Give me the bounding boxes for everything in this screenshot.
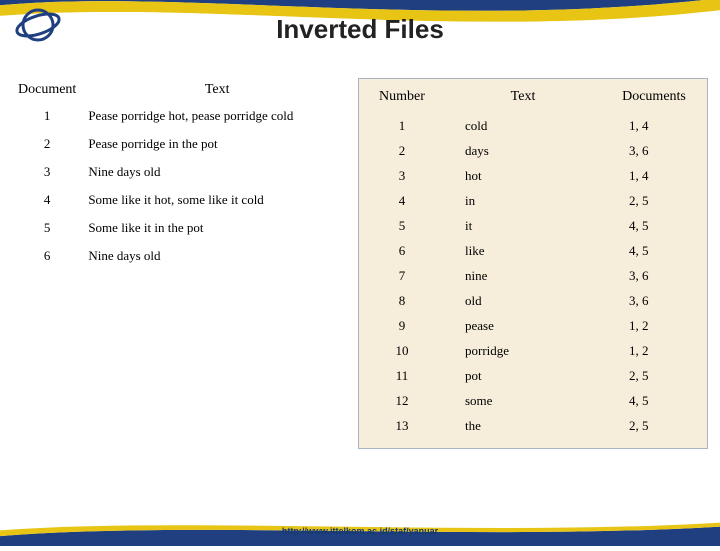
index-text-cell: in — [437, 188, 609, 213]
table-row: 7nine3, 6 — [367, 263, 699, 288]
table-row: 2days3, 6 — [367, 138, 699, 163]
index-documents-cell: 2, 5 — [609, 363, 699, 388]
index-text-cell: the — [437, 413, 609, 438]
footer-url: http://www.ittelkom.ac.id/staf/yanuar — [0, 526, 720, 536]
document-text-cell: Nine days old — [82, 242, 352, 270]
index-number-cell: 7 — [367, 263, 437, 288]
document-text-cell: Some like it hot, some like it cold — [82, 186, 352, 214]
document-number-cell: 5 — [12, 214, 82, 242]
table-row: 10porridge1, 2 — [367, 338, 699, 363]
index-text-cell: hot — [437, 163, 609, 188]
index-documents-cell: 2, 5 — [609, 413, 699, 438]
index-text-cell: like — [437, 238, 609, 263]
index-documents-cell: 1, 4 — [609, 163, 699, 188]
index-number-cell: 2 — [367, 138, 437, 163]
content-area: Document Text 1Pease porridge hot, pease… — [12, 78, 708, 449]
index-documents-cell: 1, 4 — [609, 113, 699, 138]
header-band: Inverted Files — [0, 0, 720, 60]
table-row: 6like4, 5 — [367, 238, 699, 263]
index-number-cell: 11 — [367, 363, 437, 388]
index-number-cell: 10 — [367, 338, 437, 363]
table-row: 3Nine days old — [12, 158, 352, 186]
inverted-index-table-container: Number Text Documents 1cold1, 42days3, 6… — [358, 78, 708, 449]
table-row: 12some4, 5 — [367, 388, 699, 413]
document-number-cell: 4 — [12, 186, 82, 214]
index-documents-cell: 1, 2 — [609, 338, 699, 363]
document-number-cell: 2 — [12, 130, 82, 158]
index-number-cell: 1 — [367, 113, 437, 138]
table-row: 1Pease porridge hot, pease porridge cold — [12, 102, 352, 130]
documents-table: Document Text 1Pease porridge hot, pease… — [12, 78, 352, 270]
index-number-cell: 3 — [367, 163, 437, 188]
index-text-cell: days — [437, 138, 609, 163]
table-row: 4Some like it hot, some like it cold — [12, 186, 352, 214]
index-text-cell: old — [437, 288, 609, 313]
index-text-cell: some — [437, 388, 609, 413]
index-header-number: Number — [367, 85, 437, 113]
document-number-cell: 3 — [12, 158, 82, 186]
documents-header-text: Text — [82, 78, 352, 102]
document-text-cell: Pease porridge hot, pease porridge cold — [82, 102, 352, 130]
index-text-cell: cold — [437, 113, 609, 138]
document-text-cell: Some like it in the pot — [82, 214, 352, 242]
table-row: 3hot1, 4 — [367, 163, 699, 188]
index-number-cell: 13 — [367, 413, 437, 438]
document-text-cell: Pease porridge in the pot — [82, 130, 352, 158]
index-text-cell: pot — [437, 363, 609, 388]
index-documents-cell: 3, 6 — [609, 263, 699, 288]
index-number-cell: 12 — [367, 388, 437, 413]
table-row: 9pease1, 2 — [367, 313, 699, 338]
index-number-cell: 5 — [367, 213, 437, 238]
index-documents-cell: 1, 2 — [609, 313, 699, 338]
documents-header-document: Document — [12, 78, 82, 102]
table-row: 5Some like it in the pot — [12, 214, 352, 242]
table-row: 6Nine days old — [12, 242, 352, 270]
index-number-cell: 4 — [367, 188, 437, 213]
page-title: Inverted Files — [0, 14, 720, 45]
table-row: 2Pease porridge in the pot — [12, 130, 352, 158]
index-documents-cell: 4, 5 — [609, 388, 699, 413]
table-row: 5it4, 5 — [367, 213, 699, 238]
table-row: 13the2, 5 — [367, 413, 699, 438]
index-documents-cell: 3, 6 — [609, 288, 699, 313]
index-documents-cell: 2, 5 — [609, 188, 699, 213]
index-text-cell: porridge — [437, 338, 609, 363]
table-row: 8old3, 6 — [367, 288, 699, 313]
index-number-cell: 6 — [367, 238, 437, 263]
document-text-cell: Nine days old — [82, 158, 352, 186]
table-row: 11pot2, 5 — [367, 363, 699, 388]
index-documents-cell: 4, 5 — [609, 213, 699, 238]
table-row: 1cold1, 4 — [367, 113, 699, 138]
index-number-cell: 9 — [367, 313, 437, 338]
index-number-cell: 8 — [367, 288, 437, 313]
documents-table-container: Document Text 1Pease porridge hot, pease… — [12, 78, 352, 449]
document-number-cell: 1 — [12, 102, 82, 130]
index-text-cell: nine — [437, 263, 609, 288]
index-text-cell: it — [437, 213, 609, 238]
index-text-cell: pease — [437, 313, 609, 338]
index-documents-cell: 3, 6 — [609, 138, 699, 163]
index-documents-cell: 4, 5 — [609, 238, 699, 263]
table-row: 4in2, 5 — [367, 188, 699, 213]
index-header-text: Text — [437, 85, 609, 113]
document-number-cell: 6 — [12, 242, 82, 270]
index-header-documents: Documents — [609, 85, 699, 113]
inverted-index-table: Number Text Documents 1cold1, 42days3, 6… — [367, 85, 699, 438]
